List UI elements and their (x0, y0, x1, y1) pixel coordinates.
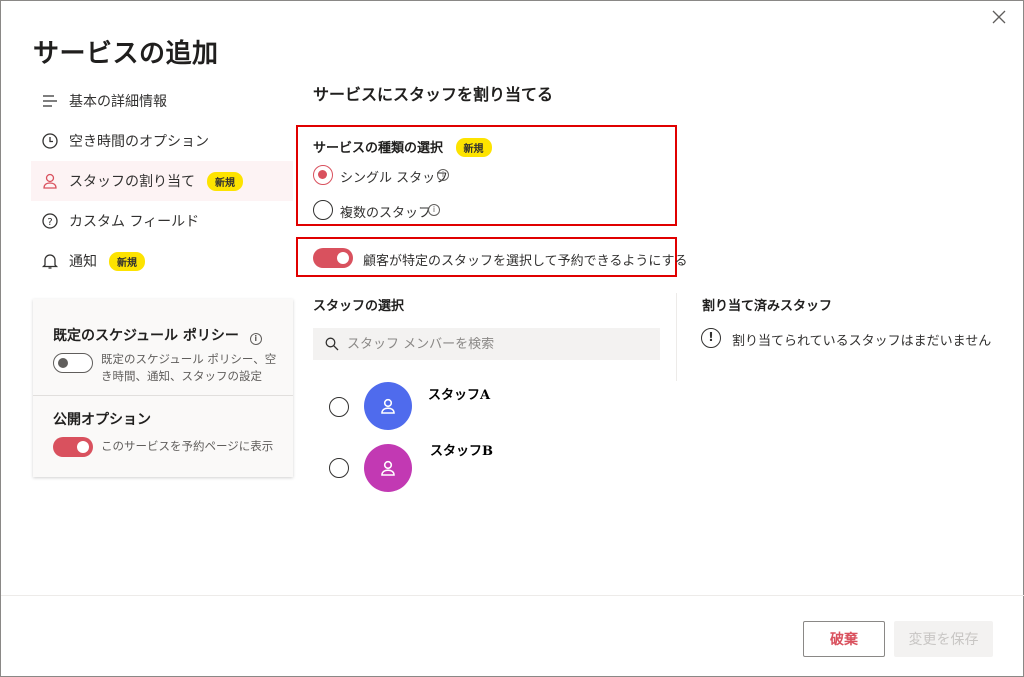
default-policy-toggle[interactable] (53, 353, 93, 373)
single-staff-radio[interactable] (313, 165, 333, 185)
person-icon (381, 460, 395, 476)
new-badge: 新規 (109, 251, 145, 271)
list-icon (41, 92, 59, 110)
nav-item-basic-details[interactable]: 基本の詳細情報 (31, 81, 293, 121)
dialog-title: サービスの追加 (33, 39, 219, 69)
new-badge: 新規 (207, 171, 243, 191)
search-icon (325, 337, 339, 351)
person-icon (41, 172, 59, 190)
discard-button[interactable]: 破棄 (803, 621, 885, 657)
publish-description: このサービスを予約ページに表示 (101, 439, 274, 453)
policy-card: 既定のスケジュール ポリシー i 既定のスケジュール ポリシー、空き時間、通知、… (33, 299, 293, 477)
avatar (364, 444, 412, 492)
multiple-staff-radio[interactable] (313, 200, 333, 220)
add-service-dialog: サービスの追加 基本の詳細情報 空き時間のオプション スタッフの割り当て 新規 … (0, 0, 1024, 677)
assign-staff-heading: サービスにスタッフを割り当てる (313, 85, 554, 104)
customer-select-staff-toggle[interactable] (313, 248, 353, 268)
column-divider (676, 293, 677, 381)
nav-label: 空き時間のオプション (69, 134, 209, 150)
new-badge: 新規 (455, 138, 492, 157)
bell-icon (41, 252, 59, 270)
nav-item-availability[interactable]: 空き時間のオプション (31, 121, 293, 161)
question-icon: ? (41, 212, 59, 230)
divider (33, 395, 293, 396)
nav-label: 基本の詳細情報 (69, 94, 167, 110)
nav-label: スタッフの割り当て (69, 174, 195, 190)
multiple-staff-label: 複数のスタッフ (340, 206, 432, 221)
save-changes-button[interactable]: 変更を保存 (894, 621, 993, 657)
staff-a-name: スタッフA (428, 388, 491, 403)
no-assigned-staff-text: 割り当てられているスタッフはまだいません (732, 334, 992, 349)
person-icon (381, 398, 395, 414)
info-icon: i (428, 204, 440, 216)
customer-select-staff-label: 顧客が特定のスタッフを選択して予約できるようにする (363, 254, 688, 269)
service-type-heading: サービスの種類の選択 新規 (313, 137, 492, 157)
info-icon: i (249, 333, 262, 345)
staff-search-box[interactable] (313, 328, 660, 360)
default-policy-heading: 既定のスケジュール ポリシー i (53, 325, 262, 345)
info-icon: i (437, 169, 449, 181)
single-staff-label: シングル スタッフ (340, 171, 449, 186)
nav-item-notifications[interactable]: 通知 新規 (31, 241, 293, 281)
clock-icon (41, 132, 59, 150)
publish-toggle[interactable] (53, 437, 93, 457)
close-icon (992, 10, 1006, 24)
staff-b-name: スタッフB (430, 444, 493, 459)
nav-label: カスタム フィールド (69, 214, 200, 230)
staff-search-input[interactable] (347, 336, 647, 352)
staff-b-radio[interactable] (329, 458, 349, 478)
alert-icon: ! (701, 328, 721, 348)
side-nav: 基本の詳細情報 空き時間のオプション スタッフの割り当て 新規 ? カスタム フ… (31, 81, 293, 281)
svg-text:?: ? (47, 217, 52, 228)
avatar (364, 382, 412, 430)
staff-a-radio[interactable] (329, 397, 349, 417)
nav-item-staff-assignment[interactable]: スタッフの割り当て 新規 (31, 161, 293, 201)
staff-select-heading: スタッフの選択 (313, 299, 405, 314)
nav-label: 通知 (69, 254, 97, 270)
nav-item-custom-fields[interactable]: ? カスタム フィールド (31, 201, 293, 241)
footer-divider (1, 595, 1024, 596)
close-button[interactable] (991, 9, 1011, 29)
assigned-staff-heading: 割り当て済みスタッフ (702, 299, 833, 314)
default-policy-description: 既定のスケジュール ポリシー、空き時間、通知、スタッフの設定 (101, 352, 277, 383)
publish-options-heading: 公開オプション (53, 412, 151, 428)
